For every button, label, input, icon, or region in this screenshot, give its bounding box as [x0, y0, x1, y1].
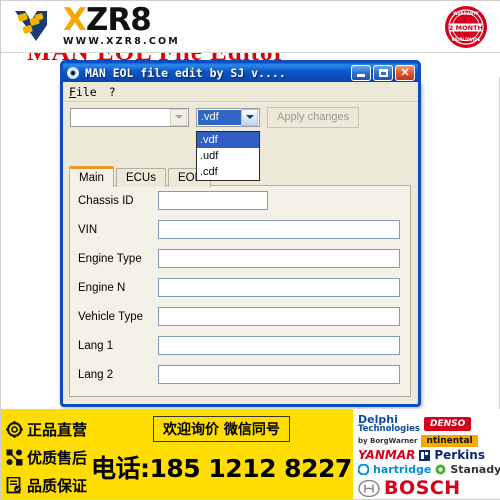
slogan-text-3: 品质保证: [27, 476, 88, 495]
minimize-icon: [357, 74, 365, 77]
extension-select-combobox[interactable]: .vdf: [196, 107, 260, 127]
input-engine-n[interactable]: [158, 278, 400, 297]
dropdown-option-udf[interactable]: .udf: [197, 148, 259, 164]
label-engine-type: Engine Type: [78, 252, 142, 265]
gear-icon: [6, 420, 23, 438]
promo-inquiry-box: 欢迎询价 微信同号: [152, 416, 290, 442]
stanadyne-mark-icon: [435, 464, 446, 475]
input-engine-type[interactable]: [158, 249, 400, 268]
field-row-vin: VIN: [70, 215, 410, 244]
brand-logo-strip: Delphi Technologies DENSO by BorgWarner …: [353, 409, 500, 499]
brand-continental: ntinental: [421, 435, 478, 447]
input-chassis-id[interactable]: [158, 191, 268, 210]
svg-text:WARRANTY: WARRANTY: [453, 11, 479, 16]
tab-main[interactable]: Main: [69, 166, 114, 187]
extension-dropdown-list[interactable]: .vdf .udf .cdf: [196, 131, 260, 181]
chevron-down-icon[interactable]: [241, 108, 258, 126]
close-icon: ✕: [400, 66, 410, 79]
tab-panel-main: Chassis ID VIN Engine Type Engine N Vehi…: [69, 185, 411, 397]
promo-contact-block: 欢迎询价 微信同号 电话:185 1212 8227: [87, 409, 356, 499]
tab-ecus[interactable]: ECUs: [115, 168, 166, 187]
slogan-text-1: 正品直营: [27, 420, 88, 439]
brand-row-4: hartridge Stanadyne: [358, 463, 500, 476]
slogan-item-3: 品质保证: [6, 473, 87, 497]
menu-item-file[interactable]: File: [69, 85, 97, 99]
label-lang-1: Lang 1: [78, 339, 114, 352]
logo-url-text: WWW.XZR8.COM: [63, 36, 180, 47]
slogan-item-1: 正品直营: [6, 417, 87, 441]
brand-perkins: Perkins: [434, 448, 485, 462]
input-lang-2[interactable]: [158, 365, 400, 384]
brand-delphi-technologies: Technologies: [358, 424, 420, 434]
toolbar: .vdf Apply changes: [63, 103, 418, 131]
field-row-lang-1: Lang 1: [70, 331, 410, 360]
brand-denso: DENSO: [424, 417, 472, 431]
field-row-lang-2: Lang 2: [70, 360, 410, 389]
svg-text:WORLDWIDE: WORLDWIDE: [452, 37, 481, 42]
menubar: File ?: [63, 82, 418, 102]
label-chassis-id: Chassis ID: [78, 194, 134, 207]
svg-text:12 MONTHS: 12 MONTHS: [444, 24, 488, 32]
apply-changes-button[interactable]: Apply changes: [267, 106, 360, 128]
logo-x-letter: X: [63, 2, 87, 38]
menu-file-rest: ile: [75, 84, 97, 99]
field-row-chassis-id: Chassis ID: [70, 186, 410, 215]
chevron-down-icon[interactable]: [170, 108, 187, 126]
slogan-item-2: 优质售后: [6, 445, 87, 469]
share-icon: [6, 449, 23, 465]
brand-row-5: BOSCH: [358, 477, 500, 499]
brand-borgwarner: by BorgWarner: [358, 437, 418, 445]
logo-zr8-letters: ZR8: [85, 2, 152, 38]
label-vin: VIN: [78, 223, 98, 236]
app-window: MAN EOL file edit by SJ v.... ✕ File ? .…: [60, 60, 421, 407]
minimize-button[interactable]: [351, 64, 371, 81]
file-select-combobox[interactable]: [70, 107, 189, 127]
label-engine-n: Engine N: [78, 281, 126, 294]
field-row-engine-type: Engine Type: [70, 244, 410, 273]
promo-phone-number: 电话:185 1212 8227: [91, 454, 352, 483]
brand-row-3: YANMAR Perkins: [358, 448, 500, 462]
window-titlebar[interactable]: MAN EOL file edit by SJ v.... ✕: [60, 60, 421, 82]
brand-yanmar: YANMAR: [358, 448, 416, 462]
dropdown-option-vdf[interactable]: .vdf: [197, 132, 259, 148]
window-controls: ✕: [351, 64, 415, 81]
input-lang-1[interactable]: [158, 336, 400, 355]
menu-item-help[interactable]: ?: [109, 85, 116, 99]
maximize-button[interactable]: [373, 64, 393, 81]
perkins-mark-icon: [419, 449, 431, 461]
warranty-badge-icon: WARRANTY 12 MONTHS WORLDWIDE: [444, 6, 488, 48]
engine-piston-logo-icon: [15, 11, 47, 41]
brand-bosch: BOSCH: [384, 477, 461, 499]
site-logo[interactable]: XZR8 WWW.XZR8.COM: [11, 5, 180, 47]
brand-row-1: Delphi Technologies DENSO: [358, 414, 500, 434]
site-header: XZR8 WWW.XZR8.COM WARRANTY 12 MONTHS WOR…: [1, 1, 500, 53]
promo-banner-yellow: 正品直营 优质售后 品质保证 欢迎询价 微信同号 电话:185 1212 822…: [1, 409, 353, 499]
slogan-text-2: 优质售后: [27, 448, 88, 467]
dropdown-option-cdf[interactable]: .cdf: [197, 164, 259, 180]
label-lang-2: Lang 2: [78, 368, 114, 381]
logo-wordmark: XZR8: [63, 2, 152, 38]
maximize-icon: [378, 68, 388, 77]
label-vehicle-type: Vehicle Type: [78, 310, 144, 323]
tabstrip: Main ECUs EOL: [69, 166, 211, 187]
input-vehicle-type[interactable]: [158, 307, 400, 326]
window-title: MAN EOL file edit by SJ v....: [85, 65, 286, 80]
brand-stanadyne: Stanadyne: [450, 463, 500, 476]
field-row-vehicle-type: Vehicle Type: [70, 302, 410, 331]
screenshot-root: XZR8 WWW.XZR8.COM WARRANTY 12 MONTHS WOR…: [0, 0, 500, 500]
input-vin[interactable]: [158, 220, 400, 239]
hartridge-mark-icon: [358, 464, 369, 475]
document-check-icon: [6, 476, 21, 493]
extension-select-value: .vdf: [198, 109, 241, 125]
field-row-engine-n: Engine N: [70, 273, 410, 302]
brand-hartridge: hartridge: [373, 463, 432, 476]
close-button[interactable]: ✕: [395, 64, 415, 81]
promo-banner: 正品直营 优质售后 品质保证 欢迎询价 微信同号 电话:185 1212 822…: [1, 409, 500, 499]
slogan-list: 正品直营 优质售后 品质保证: [1, 409, 87, 499]
brand-row-2: by BorgWarner ntinental: [358, 435, 500, 447]
bosch-mark-icon: [358, 479, 380, 497]
eye-app-icon: [67, 66, 79, 79]
